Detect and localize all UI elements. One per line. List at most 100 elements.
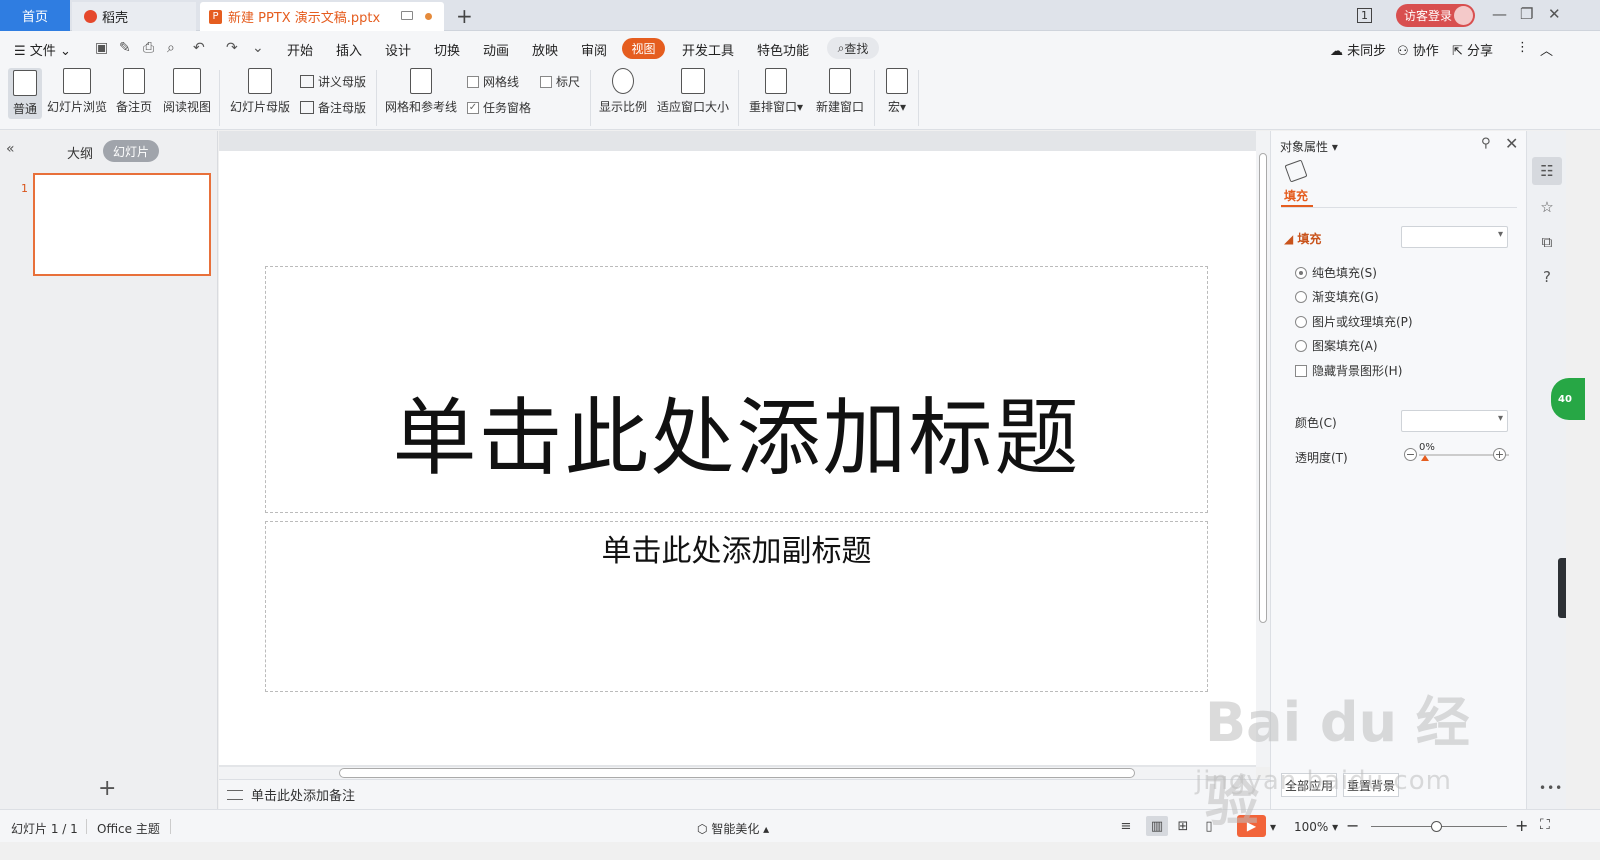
tab-home[interactable]: 首页 [0,0,70,31]
menu-animation[interactable]: 动画 [483,40,509,59]
menu-review[interactable]: 审阅 [581,40,607,59]
theme-name[interactable]: Office 主题 [97,820,160,837]
tab-document[interactable]: P 新建 PPTX 演示文稿.pptx [200,2,444,31]
minimize-icon[interactable]: — [1492,5,1507,23]
grid-guides-button[interactable]: 网格和参考线 [384,68,458,115]
zoom-slider-knob[interactable] [1431,821,1442,832]
fill-type-select[interactable] [1401,226,1508,248]
vertical-scrollbar-thumb[interactable] [1259,153,1267,623]
notes-toggle-icon[interactable]: ≡ [1115,816,1137,836]
menu-transition[interactable]: 切换 [434,40,460,59]
floating-badge[interactable]: 40 [1551,378,1585,420]
transparency-slider-knob[interactable] [1421,455,1429,461]
save-icon[interactable]: ▣ [95,40,108,56]
slide-master-button[interactable]: 幻灯片母版 [229,68,291,115]
help-icon[interactable]: ? [1532,263,1562,291]
more-menu-icon[interactable]: ⋮ [1516,40,1529,55]
gradient-fill-radio[interactable]: 渐变填充(G) [1295,288,1379,305]
file-menu[interactable]: ☰ 文件 ⌄ [14,40,71,59]
notes-page-button[interactable]: 备注页 [114,68,154,115]
sync-button[interactable]: ☁ 未同步 [1330,40,1386,59]
horizontal-scrollbar-thumb[interactable] [339,768,1135,778]
zoom-in-button[interactable]: + [1515,816,1528,835]
pattern-fill-radio[interactable]: 图案填充(A) [1295,337,1378,354]
arrange-window-button[interactable]: 重排窗口▾ [746,68,806,115]
solid-fill-radio[interactable]: 纯色填充(S) [1295,264,1377,281]
slide[interactable]: 单击此处添加标题 单击此处添加副标题 [219,151,1256,765]
notes-master-button[interactable]: 备注母版 [300,99,366,116]
smart-beautify-button[interactable]: ⬡ 智能美化 ▴ [697,820,769,837]
slide-sorter-status-icon[interactable]: ⊞ [1172,816,1194,836]
menu-view[interactable]: 视图 [622,38,665,59]
restore-icon[interactable]: ❐ [1520,5,1533,23]
transparency-increase-button[interactable]: + [1493,448,1506,461]
slide-thumbnail[interactable] [33,173,211,276]
title-placeholder[interactable]: 单击此处添加标题 [265,266,1208,513]
color-select[interactable] [1401,410,1508,432]
share-button[interactable]: ⇱ 分享 [1452,40,1493,59]
zoom-out-button[interactable]: − [1346,816,1359,835]
play-slideshow-button[interactable]: ▶ [1237,815,1266,837]
collapse-panel-icon[interactable]: « [6,141,15,157]
ruler-checkbox[interactable]: 标尺 [540,73,580,90]
menu-features[interactable]: 特色功能 [757,40,809,59]
more-options-icon[interactable]: ••• [1539,781,1563,795]
window-count-button[interactable]: 1 [1357,0,1372,31]
reset-background-button[interactable]: 重置背景 [1343,773,1399,797]
fit-window-button[interactable]: 适应窗口大小 [656,68,730,115]
fill-section-header[interactable]: ◢ 填充 [1284,230,1321,247]
menu-start[interactable]: 开始 [287,40,313,59]
play-options-chevron-icon[interactable]: ▾ [1270,820,1276,834]
close-icon[interactable]: ✕ [1505,134,1518,153]
pin-icon[interactable]: ⚲ [1481,136,1491,151]
macro-button[interactable]: 宏▾ [882,68,912,115]
collapse-ribbon-icon[interactable]: ︿ [1540,40,1553,59]
slide-sorter-button[interactable]: 幻灯片浏览 [46,68,108,115]
gridlines-checkbox[interactable]: 网格线 [467,73,519,90]
reading-view-status-icon[interactable]: ▯ [1198,816,1220,836]
hide-background-checkbox[interactable]: 隐藏背景图形(H) [1295,362,1402,379]
menu-design[interactable]: 设计 [385,40,411,59]
format-painter-icon[interactable]: ✎ [119,40,131,56]
horizontal-scrollbar[interactable] [219,767,1256,779]
star-icon[interactable]: ☆ [1532,193,1562,221]
tab-fill[interactable]: 填充 [1284,187,1308,204]
login-button[interactable]: 访客登录 [1396,4,1475,27]
new-window-button[interactable]: 新建窗口 [814,68,866,115]
notes-pane[interactable]: 单击此处添加备注 [219,779,1270,809]
task-pane-checkbox[interactable]: ✓ 任务窗格 [467,99,531,116]
fit-to-window-icon[interactable]: ⛶ [1540,817,1550,833]
print-icon[interactable]: ⎙ [143,40,154,56]
search-button[interactable]: ⌕ 查找 [827,37,879,59]
print-preview-icon[interactable]: ⌕ [167,40,175,56]
paint-bucket-icon[interactable] [1284,159,1308,183]
transparency-decrease-button[interactable]: − [1404,448,1417,461]
menu-slideshow[interactable]: 放映 [532,40,558,59]
menu-insert[interactable]: 插入 [336,40,362,59]
panel-title-dropdown[interactable]: 对象属性 ▾ [1280,138,1338,155]
vertical-scrollbar[interactable] [1256,131,1270,767]
properties-sliders-icon[interactable]: ☷ [1532,157,1562,185]
picture-fill-radio[interactable]: 图片或纹理填充(P) [1295,313,1413,330]
tab-docer[interactable]: 稻壳 [72,2,196,31]
apply-all-button[interactable]: 全部应用 [1281,773,1337,797]
normal-view-status-icon[interactable]: ▥ [1146,816,1168,836]
quick-access-more-icon[interactable]: ⌄ [252,40,264,56]
zoom-level[interactable]: 100% ▾ [1294,820,1338,834]
window-copy-icon[interactable]: ⧉ [1532,228,1562,256]
close-icon[interactable]: ✕ [1548,5,1561,23]
new-tab-button[interactable]: + [456,4,473,28]
subtitle-placeholder[interactable]: 单击此处添加副标题 [265,521,1208,692]
tab-slides[interactable]: 幻灯片 [103,140,159,162]
normal-view-button[interactable]: 普通 [8,68,42,119]
monitor-icon[interactable] [401,11,413,20]
undo-icon[interactable]: ↶ [193,40,205,56]
handout-master-button[interactable]: 讲义母版 [300,73,366,90]
redo-icon[interactable]: ↷ [226,40,238,56]
collab-button[interactable]: ⚇ 协作 [1397,40,1439,59]
add-slide-button[interactable]: + [98,776,116,801]
tab-outline[interactable]: 大纲 [67,143,93,162]
menu-developer[interactable]: 开发工具 [682,40,734,59]
reading-view-button[interactable]: 阅读视图 [161,68,213,115]
zoom-button[interactable]: 显示比例 [598,68,648,115]
